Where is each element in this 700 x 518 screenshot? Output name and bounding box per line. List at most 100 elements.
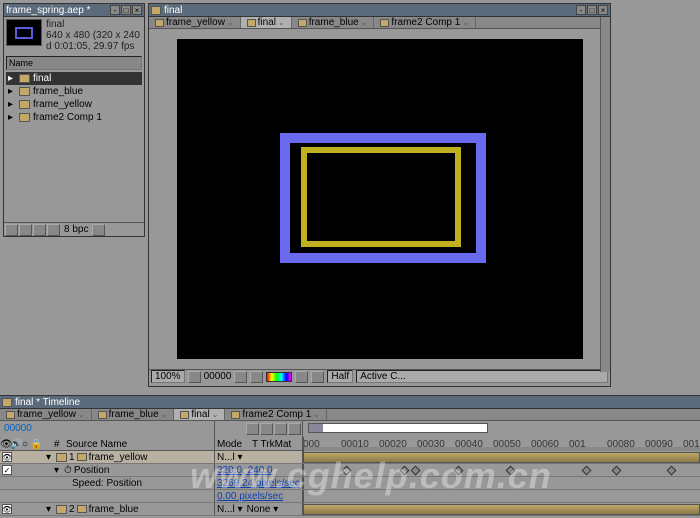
frame-yellow-shape[interactable]	[301, 147, 461, 247]
visibility-toggle[interactable]: 👁	[2, 452, 12, 462]
property-value[interactable]: 3269.24 pixels/sec	[217, 478, 300, 489]
bpc-label[interactable]: 8 bpc	[61, 224, 91, 235]
visibility-icon[interactable]: 👁	[0, 439, 10, 450]
trash-icon[interactable]	[92, 224, 105, 236]
tab-close-icon[interactable]: ⌄	[227, 18, 234, 27]
num-header[interactable]: #	[54, 439, 66, 450]
close-icon[interactable]: ×	[132, 5, 142, 15]
minimize-icon[interactable]: -	[576, 5, 586, 15]
maximize-icon[interactable]: □	[121, 5, 131, 15]
stopwatch-icon[interactable]: ⏱	[64, 465, 72, 476]
layer-track[interactable]	[303, 451, 700, 463]
timecode-display[interactable]: 00000	[204, 371, 232, 382]
keyframe-icon[interactable]	[342, 466, 352, 476]
property-row[interactable]: 0.00 pixels/sec	[0, 490, 700, 503]
trkmat-dropdown[interactable]: None ▾	[247, 504, 279, 515]
keyframe-icon[interactable]	[667, 466, 677, 476]
project-titlebar[interactable]: frame_spring.aep * - □ ×	[4, 4, 144, 17]
tab-close-icon[interactable]: ⌄	[361, 18, 368, 27]
twirl-icon[interactable]: ▸	[8, 86, 16, 97]
navigator-thumb[interactable]	[309, 424, 323, 432]
vertical-scrollbar[interactable]	[600, 17, 610, 372]
property-track[interactable]	[303, 477, 700, 489]
audio-icon[interactable]: 🔊	[10, 439, 20, 450]
property-row[interactable]: Speed: Position3269.24 pixels/sec	[0, 477, 700, 490]
blur-icon[interactable]	[260, 423, 273, 435]
layer-row[interactable]: 👁▾2frame_blueN...l ▾None ▾	[0, 503, 700, 516]
camera-dropdown[interactable]: Active C...	[356, 370, 608, 383]
tab-close-icon[interactable]: ⌄	[212, 410, 219, 419]
comp-icon[interactable]	[19, 224, 32, 236]
tab-close-icon[interactable]: ⌄	[78, 410, 85, 419]
snapshot-icon[interactable]	[234, 371, 247, 383]
keyframe-toggle[interactable]: ✓	[2, 465, 12, 475]
twirl-icon[interactable]: ▾	[46, 504, 54, 515]
trkmat-header[interactable]: T TrkMat	[252, 439, 291, 450]
show-channel-icon[interactable]	[250, 371, 263, 383]
comp-tab[interactable]: frame_blue⌄	[292, 17, 375, 28]
twirl-icon[interactable]: ▸	[8, 99, 16, 110]
find-icon[interactable]	[5, 224, 18, 236]
maximize-icon[interactable]: □	[587, 5, 597, 15]
folder-icon[interactable]	[33, 224, 46, 236]
resolution-dropdown[interactable]: Half	[327, 370, 353, 383]
project-item[interactable]: ▸final	[6, 72, 142, 85]
zoom-dropdown[interactable]: 100%	[151, 370, 185, 383]
3d-icon[interactable]	[274, 423, 287, 435]
layer-row[interactable]: 👁▾1frame_yellowN...l ▾	[0, 451, 700, 464]
keyframe-icon[interactable]	[506, 466, 516, 476]
project-item[interactable]: ▸frame_blue	[6, 85, 142, 98]
property-track[interactable]	[303, 464, 700, 476]
minimize-icon[interactable]: -	[110, 5, 120, 15]
comp-titlebar[interactable]: final - □ ×	[149, 4, 610, 17]
layer-color-icon[interactable]	[56, 453, 67, 462]
project-item[interactable]: ▸frame_yellow	[6, 98, 142, 111]
shy-icon[interactable]	[246, 423, 259, 435]
keyframe-icon[interactable]	[612, 466, 622, 476]
property-row[interactable]: ✓▾⏱Position320.0, 240.0	[0, 464, 700, 477]
layer-track[interactable]	[303, 503, 700, 515]
timeline-tab[interactable]: frame2 Comp 1⌄	[225, 409, 327, 420]
time-ruler[interactable]: 0000001000020000300004000050000600010008…	[303, 437, 700, 451]
property-value[interactable]: 0.00 pixels/sec	[217, 491, 283, 502]
graph-icon[interactable]	[288, 423, 301, 435]
comp-tab[interactable]: frame_yellow⌄	[149, 17, 241, 28]
comp-tab[interactable]: final⌄	[241, 17, 292, 28]
lock-icon[interactable]: 🔒	[30, 439, 40, 450]
layer-bar[interactable]	[303, 504, 700, 515]
property-value[interactable]: 320.0, 240.0	[217, 465, 273, 476]
keyframe-icon[interactable]	[400, 466, 410, 476]
keyframe-icon[interactable]	[454, 466, 464, 476]
close-icon[interactable]: ×	[598, 5, 608, 15]
canvas[interactable]	[177, 39, 583, 359]
timeline-tab[interactable]: frame_blue⌄	[92, 409, 175, 420]
timeline-tab[interactable]: frame_yellow⌄	[0, 409, 92, 420]
current-time[interactable]: 00000	[0, 421, 214, 436]
keyframe-icon[interactable]	[582, 466, 592, 476]
solo-icon[interactable]: ○	[20, 439, 30, 450]
blend-mode-dropdown[interactable]: N...l ▾	[217, 504, 243, 515]
tab-close-icon[interactable]: ⌄	[278, 18, 285, 27]
timeline-tab[interactable]: final⌄	[174, 409, 225, 420]
property-track[interactable]	[303, 490, 700, 502]
comp-tab[interactable]: frame2 Comp 1⌄	[374, 17, 476, 28]
source-header[interactable]: Source Name	[66, 439, 127, 450]
channel-gradient[interactable]	[266, 372, 292, 382]
tab-close-icon[interactable]: ⌄	[161, 410, 168, 419]
timeline-titlebar[interactable]: final * Timeline	[0, 396, 700, 409]
twirl-icon[interactable]: ▸	[8, 112, 16, 123]
tab-close-icon[interactable]: ⌄	[313, 410, 320, 419]
name-column-header[interactable]: Name	[6, 56, 142, 70]
layer-bar[interactable]	[303, 452, 700, 463]
twirl-icon[interactable]: ▸	[8, 73, 16, 84]
time-navigator[interactable]	[308, 423, 488, 433]
twirl-icon[interactable]: ▾	[54, 465, 62, 476]
current-time-indicator[interactable]	[303, 437, 304, 451]
layer-color-icon[interactable]	[56, 505, 67, 514]
viewer-area[interactable]	[149, 29, 610, 369]
mode-header[interactable]: Mode	[217, 439, 242, 450]
keyframe-icon[interactable]	[411, 466, 421, 476]
bin-icon[interactable]	[47, 224, 60, 236]
region-icon[interactable]	[295, 371, 308, 383]
project-item[interactable]: ▸frame2 Comp 1	[6, 111, 142, 124]
